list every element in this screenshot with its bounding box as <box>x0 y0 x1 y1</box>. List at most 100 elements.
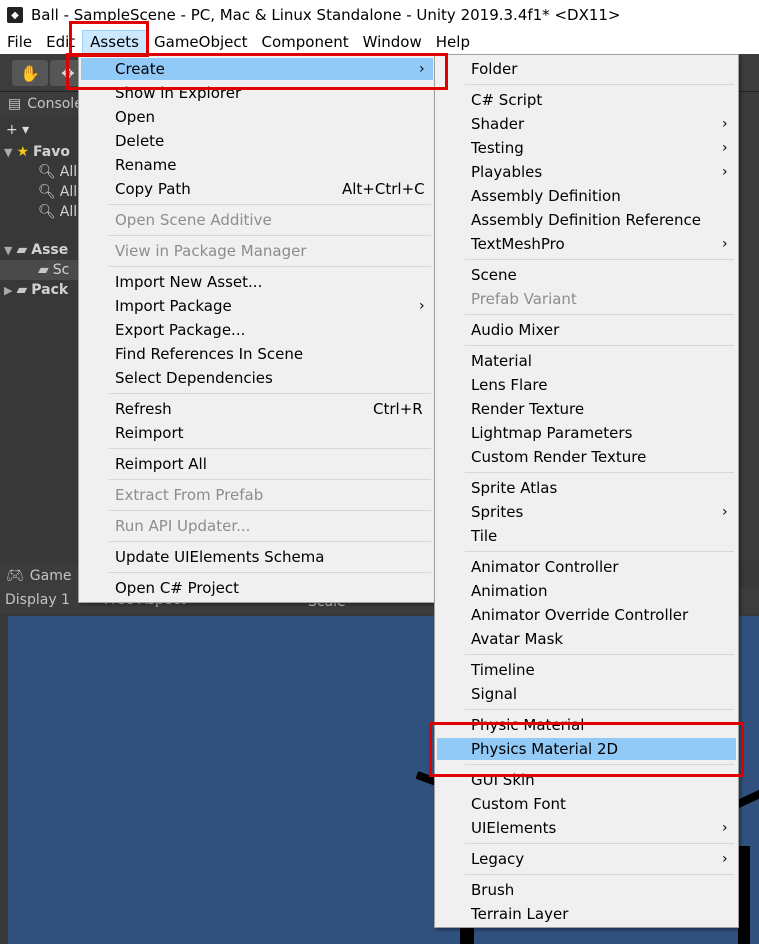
submenu-arrow-icon: › <box>419 298 425 314</box>
menu-item-reimport[interactable]: Reimport <box>81 422 433 444</box>
menu-separator <box>465 709 734 710</box>
menu-item-custom-font[interactable]: Custom Font <box>437 793 736 815</box>
menu-separator <box>465 843 734 844</box>
tab-console[interactable]: ▤ Console <box>0 92 83 116</box>
menu-item-brush[interactable]: Brush <box>437 879 736 901</box>
expand-arrow-icon: ▼ <box>4 243 13 257</box>
annotation-box-assets <box>69 21 149 57</box>
create-submenu: Folder C# Script Shader › Testing › Play… <box>434 54 739 928</box>
menu-item-assembly-definition-reference[interactable]: Assembly Definition Reference <box>437 209 736 231</box>
menu-item-lightmap-parameters[interactable]: Lightmap Parameters <box>437 422 736 444</box>
menu-separator <box>109 235 431 236</box>
assets-folder-row[interactable]: ▼ ▰ Asse <box>4 240 68 260</box>
menu-item-sprites[interactable]: Sprites › <box>437 501 736 523</box>
menu-file[interactable]: File <box>0 30 39 54</box>
menu-separator <box>109 510 431 511</box>
favorites-item[interactable]: 🔍︎ All <box>38 202 77 222</box>
menu-item-animator-controller[interactable]: Animator Controller <box>437 556 736 578</box>
favorites-item[interactable]: 🔍︎ All <box>38 182 77 202</box>
menu-separator <box>109 479 431 480</box>
menu-item-terrain-layer[interactable]: Terrain Layer <box>437 903 736 925</box>
hand-tool-icon[interactable]: ✋ <box>12 60 48 86</box>
submenu-arrow-icon: › <box>722 236 728 252</box>
menu-separator <box>465 472 734 473</box>
menu-item-animation[interactable]: Animation <box>437 580 736 602</box>
menu-item-open-csharp-project[interactable]: Open C# Project <box>81 577 433 599</box>
menu-item-lens-flare[interactable]: Lens Flare <box>437 374 736 396</box>
unity-logo-icon: ◆ <box>7 7 23 23</box>
menu-item-audio-mixer[interactable]: Audio Mixer <box>437 319 736 341</box>
menu-item-material[interactable]: Material <box>437 350 736 372</box>
folder-open-icon: ▰ <box>16 242 28 258</box>
game-object-edge <box>735 788 759 808</box>
submenu-arrow-icon: › <box>722 820 728 836</box>
menu-separator <box>465 874 734 875</box>
menu-item-signal[interactable]: Signal <box>437 683 736 705</box>
shortcut-label: Alt+Ctrl+C <box>342 180 425 198</box>
display-dropdown[interactable]: Display 1 <box>5 592 70 608</box>
shortcut-label: Ctrl+R <box>373 400 423 418</box>
menu-item-refresh[interactable]: Refresh Ctrl+R <box>81 398 433 420</box>
menu-item-assembly-definition[interactable]: Assembly Definition <box>437 185 736 207</box>
annotation-box-create <box>66 53 448 90</box>
menu-help[interactable]: Help <box>429 30 477 54</box>
menu-separator <box>109 541 431 542</box>
favorites-row[interactable]: ▼ ★ Favo <box>4 142 70 162</box>
inspector-strip <box>740 92 759 562</box>
menu-item-open[interactable]: Open <box>81 106 433 128</box>
submenu-arrow-icon: › <box>722 164 728 180</box>
menu-item-view-in-package-manager: View in Package Manager <box>115 242 307 260</box>
menu-separator <box>465 259 734 260</box>
star-icon: ★ <box>16 144 30 160</box>
menu-item-find-references[interactable]: Find References In Scene <box>81 343 433 365</box>
menu-item-timeline[interactable]: Timeline <box>437 659 736 681</box>
menu-component[interactable]: Component <box>255 30 356 54</box>
menu-item-folder[interactable]: Folder <box>437 58 736 80</box>
create-dropdown-icon[interactable]: + ▾ <box>6 120 29 140</box>
favorites-item[interactable]: 🔍︎ All <box>38 162 77 182</box>
menu-item-update-uielements-schema[interactable]: Update UIElements Schema <box>81 546 433 568</box>
menu-separator <box>109 448 431 449</box>
menu-item-textmeshpro[interactable]: TextMeshPro › <box>437 233 736 255</box>
menu-window[interactable]: Window <box>356 30 429 54</box>
menu-item-uielements[interactable]: UIElements › <box>437 817 736 839</box>
tab-game[interactable]: 🎮︎ Game <box>0 564 80 588</box>
menu-item-csharp-script[interactable]: C# Script <box>437 89 736 111</box>
menu-item-import-new-asset[interactable]: Import New Asset... <box>81 271 433 293</box>
collapse-arrow-icon: ▶ <box>4 283 13 297</box>
menu-item-legacy[interactable]: Legacy › <box>437 848 736 870</box>
menu-item-prefab-variant: Prefab Variant <box>471 290 577 308</box>
menu-gameobject[interactable]: GameObject <box>147 30 255 54</box>
menu-separator <box>109 393 431 394</box>
game-object-edge <box>738 846 750 944</box>
menu-item-rename[interactable]: Rename <box>81 154 433 176</box>
menu-item-shader[interactable]: Shader › <box>437 113 736 135</box>
menu-item-testing[interactable]: Testing › <box>437 137 736 159</box>
menu-separator <box>109 204 431 205</box>
menu-item-render-texture[interactable]: Render Texture <box>437 398 736 420</box>
submenu-arrow-icon: › <box>722 504 728 520</box>
submenu-arrow-icon: › <box>722 851 728 867</box>
expand-arrow-icon: ▼ <box>4 145 13 159</box>
menu-item-sprite-atlas[interactable]: Sprite Atlas <box>437 477 736 499</box>
menu-item-tile[interactable]: Tile <box>437 525 736 547</box>
menu-item-scene[interactable]: Scene <box>437 264 736 286</box>
menu-item-reimport-all[interactable]: Reimport All <box>81 453 433 475</box>
search-icon: 🔍︎ <box>38 164 56 180</box>
menu-separator <box>465 84 734 85</box>
menu-item-avatar-mask[interactable]: Avatar Mask <box>437 628 736 650</box>
menu-item-select-dependencies[interactable]: Select Dependencies <box>81 367 433 389</box>
menu-item-copy-path[interactable]: Copy Path Alt+Ctrl+C <box>81 178 433 200</box>
menu-separator <box>465 551 734 552</box>
menu-item-open-scene-additive: Open Scene Additive <box>115 211 272 229</box>
menu-item-animator-override-controller[interactable]: Animator Override Controller <box>437 604 736 626</box>
menu-item-import-package[interactable]: Import Package › <box>81 295 433 317</box>
menu-item-custom-render-texture[interactable]: Custom Render Texture <box>437 446 736 468</box>
menu-item-export-package[interactable]: Export Package... <box>81 319 433 341</box>
scenes-folder-row[interactable]: ▰ Sc <box>0 260 80 280</box>
packages-folder-row[interactable]: ▶ ▰ Pack <box>4 280 68 300</box>
search-icon: 🔍︎ <box>38 204 56 220</box>
menu-item-delete[interactable]: Delete <box>81 130 433 152</box>
menu-item-playables[interactable]: Playables › <box>437 161 736 183</box>
gamepad-icon: 🎮︎ <box>6 568 24 584</box>
